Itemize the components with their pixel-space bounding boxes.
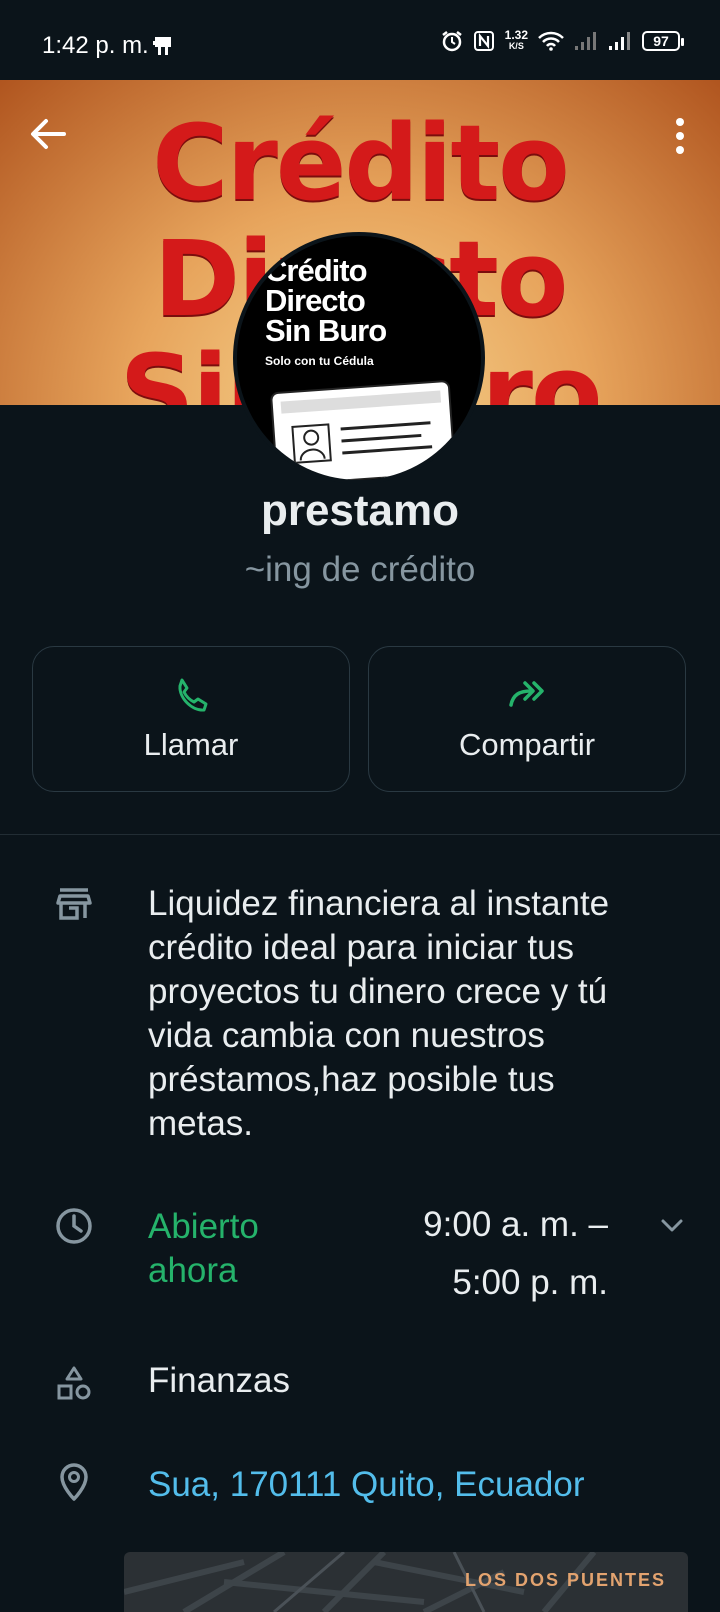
speed-value: 1.32 (504, 28, 528, 42)
map-place-label: LOS DOS PUENTES (464, 1570, 666, 1590)
status-bar: 1:42 p. m. 1.32 K/S 97 (0, 0, 720, 80)
wifi-icon (538, 31, 564, 51)
avatar-text-1: Crédito (265, 253, 367, 288)
speed-unit: K/S (508, 41, 524, 51)
section-divider (0, 834, 720, 835)
more-options-icon[interactable] (668, 112, 692, 160)
hours-open: 9:00 a. m. – (423, 1205, 608, 1244)
share-button[interactable]: Compartir (368, 646, 686, 792)
id-card-icon (280, 390, 442, 464)
profile-avatar[interactable]: Crédito Directo Sin Buro Solo con tu Céd… (233, 232, 485, 484)
chevron-down-icon[interactable] (658, 1212, 686, 1240)
cover-line-1: Crédito (152, 102, 569, 224)
business-description: Liquidez financiera al instante crédito … (148, 884, 610, 1143)
forward-share-icon (509, 681, 544, 707)
back-arrow-icon[interactable] (24, 110, 72, 158)
signal-icon-sim2 (609, 32, 630, 50)
signal-icon-sim1 (575, 32, 596, 50)
call-button-label: Llamar (143, 727, 239, 762)
business-category: Finanzas (148, 1361, 291, 1400)
map-preview[interactable]: LOS DOS PUENTES (124, 1552, 688, 1612)
status-time: 1:42 p. m. (42, 32, 149, 59)
profile-name: prestamo (260, 486, 460, 535)
phone-icon (178, 678, 208, 712)
clock-icon (56, 1208, 92, 1244)
network-speed: 1.32 K/S (504, 28, 528, 52)
business-address[interactable]: Sua, 170111 Quito, Ecuador (148, 1465, 585, 1505)
location-pin-icon (60, 1463, 88, 1501)
id-card-graphic (269, 379, 457, 480)
call-button[interactable]: Llamar (32, 646, 350, 792)
avatar-subtext: Solo con tu Cédula (265, 354, 374, 368)
alarm-icon (441, 31, 462, 52)
profile-subtitle: ~ing de crédito (244, 550, 476, 589)
avatar-text-2: Directo (265, 283, 366, 318)
hours-close: 5:00 p. m. (452, 1263, 608, 1302)
nfc-icon (473, 31, 494, 51)
battery-indicator: 97 (642, 31, 684, 51)
status-icons: 1.32 K/S 97 (441, 28, 684, 52)
avatar-text-3: Sin Buro (265, 313, 387, 348)
app-notification-icon (153, 37, 171, 55)
open-status: Abierto ahora (148, 1207, 259, 1290)
store-icon (56, 888, 92, 920)
share-button-label: Compartir (458, 727, 596, 762)
category-shapes-icon (57, 1366, 91, 1400)
